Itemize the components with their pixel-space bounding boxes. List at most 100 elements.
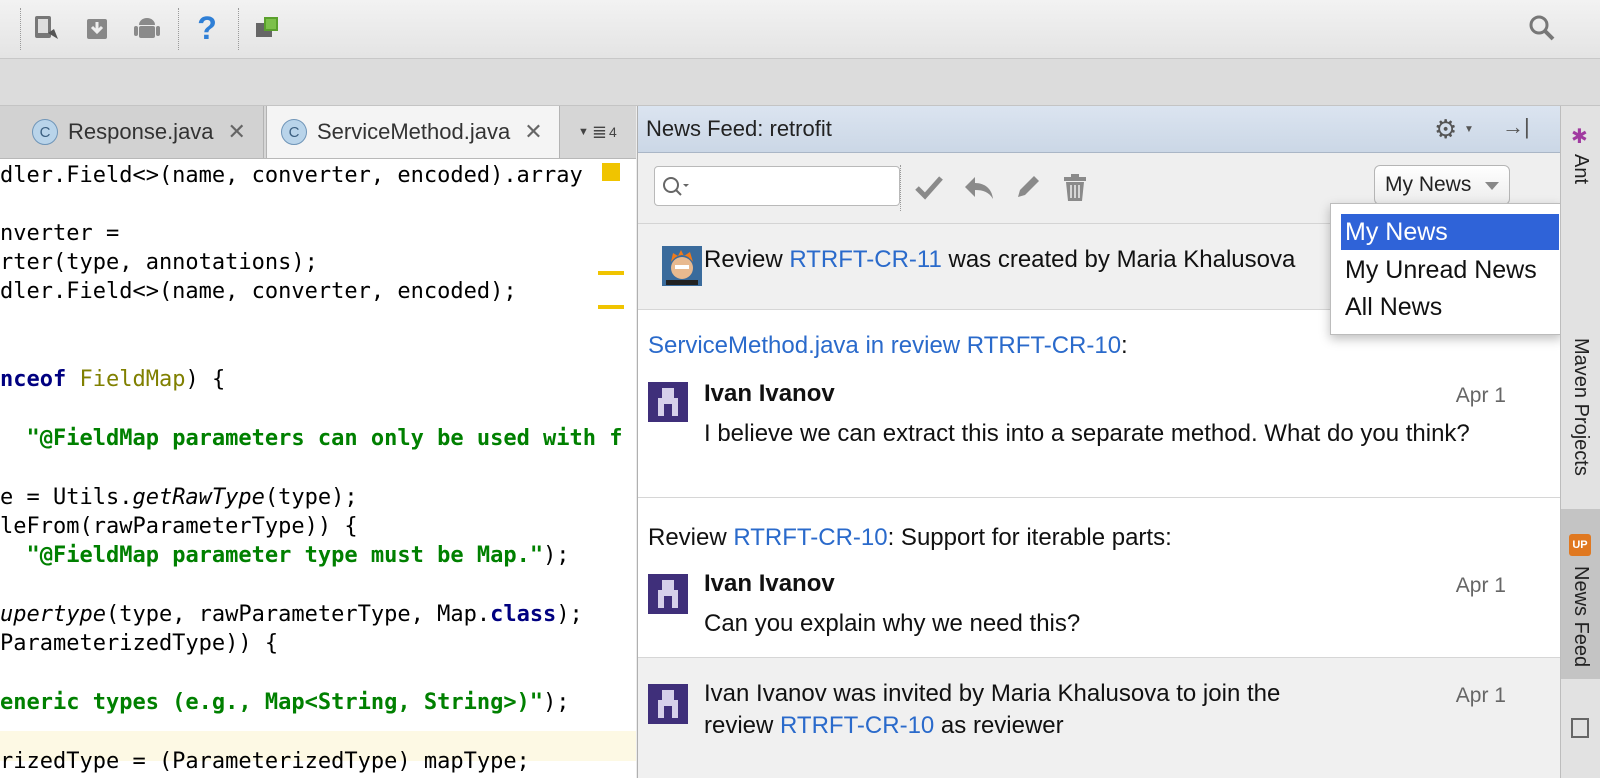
close-icon[interactable]: ✕ xyxy=(228,119,246,145)
plugin-chip-icon[interactable] xyxy=(250,10,284,46)
android-icon[interactable] xyxy=(130,10,164,46)
tab-servicemethod-java[interactable]: C ServiceMethod.java ✕ xyxy=(266,106,560,158)
review-link[interactable]: RTRFT-CR-10 xyxy=(780,712,934,739)
tool-window-ant[interactable]: Ant xyxy=(1569,154,1592,184)
code-editor[interactable]: dler.Field<>(name, converter, encoded).a… xyxy=(0,159,636,778)
toolbar-separator xyxy=(178,8,179,50)
code-token: ) { xyxy=(185,367,226,392)
search-icon[interactable] xyxy=(661,175,691,199)
news-filter-dropdown: My News My Unread News All News xyxy=(1330,203,1562,335)
toolbar-separator xyxy=(238,8,239,50)
invite-text-line2: review RTRFT-CR-10 as reviewer xyxy=(704,710,1064,742)
code-line[interactable]: "@FieldMap parameter type must be Map.")… xyxy=(0,543,570,568)
code-line[interactable]: leFrom(rawParameterType)) { xyxy=(0,514,358,539)
code-token: FieldMap xyxy=(79,367,186,392)
class-c-icon: C xyxy=(281,119,307,145)
file-review-link[interactable]: ServiceMethod.java in review RTRFT-CR-10 xyxy=(648,332,1121,359)
code-line[interactable]: rter(type, annotations); xyxy=(0,250,318,275)
tool-window-maven-projects[interactable]: Maven Projects xyxy=(1569,338,1592,476)
code-line[interactable]: rizedType = (ParameterizedType) mapType; xyxy=(0,749,530,774)
editor-tabs: C Response.java ✕ C ServiceMethod.java ✕… xyxy=(0,106,636,159)
review-link[interactable]: RTRFT-CR-11 xyxy=(789,246,941,273)
warning-marker[interactable] xyxy=(602,163,620,181)
code-line[interactable]: ParameterizedType)) { xyxy=(0,631,278,656)
comment-text: Can you explain why we need this? xyxy=(704,610,1081,637)
item-date: Apr 1 xyxy=(1455,684,1506,707)
search-everywhere-icon[interactable] xyxy=(1525,10,1559,46)
chevron-down-icon[interactable]: ▼ xyxy=(1464,124,1474,135)
gear-icon[interactable]: ⚙ xyxy=(1434,114,1457,145)
download-sdk-icon[interactable] xyxy=(80,10,114,46)
code-token: rizedType = (ParameterizedType) mapType; xyxy=(0,749,530,774)
feed-item-text: Review RTRFT-CR-11 was created by Maria … xyxy=(704,244,1295,276)
code-token: e = Utils. xyxy=(0,485,133,510)
feed-item-header: ServiceMethod.java in review RTRFT-CR-10… xyxy=(648,330,1128,362)
feed-text: Review xyxy=(704,246,790,273)
toolbar-separator xyxy=(20,8,21,50)
tab-response-java[interactable]: C Response.java ✕ xyxy=(0,106,264,158)
comment-text: I believe we can extract this into a sep… xyxy=(704,420,1470,447)
code-token: getRawType xyxy=(132,485,265,510)
review-link[interactable]: RTRFT-CR-10 xyxy=(733,524,887,551)
code-line[interactable]: nverter = xyxy=(0,221,119,246)
avatar xyxy=(648,684,688,724)
code-token: leFrom(rawParameterType)) { xyxy=(0,514,358,539)
code-line[interactable]: nceof FieldMap) { xyxy=(0,367,225,392)
edit-pencil-icon[interactable] xyxy=(1010,171,1044,205)
feed-item-header: Review RTRFT-CR-10: Support for iterable… xyxy=(648,522,1172,554)
author-name[interactable]: Ivan Ivanov xyxy=(704,568,835,600)
chevron-down-icon: ▼ xyxy=(578,126,589,138)
close-icon[interactable]: ✕ xyxy=(524,119,542,145)
change-marker[interactable] xyxy=(598,305,624,309)
help-icon[interactable]: ? xyxy=(190,10,224,46)
device-monitor-icon[interactable] xyxy=(30,10,64,46)
code-line[interactable]: e = Utils.getRawType(type); xyxy=(0,485,358,510)
change-marker[interactable] xyxy=(598,271,624,275)
chevron-down-icon xyxy=(1485,182,1499,190)
hide-panel-icon[interactable]: →| xyxy=(1502,114,1530,140)
code-token: ); xyxy=(543,543,570,568)
feed-text: as reviewer xyxy=(934,712,1064,739)
filter-option-my-unread-news[interactable]: My Unread News xyxy=(1341,252,1559,288)
code-line[interactable]: "@FieldMap parameters can only be used w… xyxy=(0,426,623,451)
search-input[interactable] xyxy=(693,173,893,201)
author-name[interactable]: Ivan Ivanov xyxy=(704,378,835,410)
feed-item[interactable]: Ivan Ivanov was invited by Maria Khaluso… xyxy=(638,658,1560,778)
filter-option-all-news[interactable]: All News xyxy=(1341,289,1559,325)
toolbar-separator xyxy=(900,165,901,211)
code-token: (type); xyxy=(264,485,358,510)
code-token: ); xyxy=(543,690,570,715)
code-line[interactable]: dler.Field<>(name, converter, encoded); xyxy=(0,279,517,304)
code-token: dler.Field<>(name, converter, encoded).a… xyxy=(0,163,583,188)
invite-text: Ivan Ivanov was invited by Maria Khaluso… xyxy=(704,680,1281,707)
code-token: nverter = xyxy=(0,221,120,246)
code-token: nceof xyxy=(0,367,67,392)
code-token: ); xyxy=(556,602,583,627)
feed-item[interactable]: ServiceMethod.java in review RTRFT-CR-10… xyxy=(638,310,1560,498)
feed-text: Review xyxy=(648,524,734,551)
feed-item[interactable]: Review RTRFT-CR-10: Support for iterable… xyxy=(638,498,1560,658)
code-line[interactable]: dler.Field<>(name, converter, encoded).a… xyxy=(0,163,583,188)
code-line[interactable]: upertype(type, rawParameterType, Map.cla… xyxy=(0,602,583,627)
code-token: dler.Field<>(name, converter, encoded); xyxy=(0,279,517,304)
filter-option-my-news[interactable]: My News xyxy=(1341,214,1559,250)
code-token: rter(type, annotations); xyxy=(0,250,318,275)
search-field[interactable] xyxy=(654,166,900,206)
avatar xyxy=(662,246,702,286)
checkmark-icon[interactable] xyxy=(912,171,946,205)
code-token: "@FieldMap parameter type must be Map." xyxy=(26,543,544,568)
trash-icon[interactable] xyxy=(1058,171,1092,205)
code-token: class xyxy=(490,602,557,627)
reply-icon[interactable] xyxy=(962,171,996,205)
tab-label: ServiceMethod.java xyxy=(317,119,511,144)
tool-window-news-feed[interactable]: News Feed xyxy=(1569,566,1592,667)
feed-text: : xyxy=(1121,332,1128,359)
feed-text: was created by Maria Khalusova xyxy=(941,246,1296,273)
ant-icon: ✱ xyxy=(1571,126,1588,148)
tab-list-button[interactable]: ▼ ≣ 4 xyxy=(578,106,617,158)
avatar xyxy=(648,574,688,614)
news-filter-select[interactable]: My News xyxy=(1374,165,1510,205)
code-line[interactable]: eneric types (e.g., Map<String, String>)… xyxy=(0,690,570,715)
